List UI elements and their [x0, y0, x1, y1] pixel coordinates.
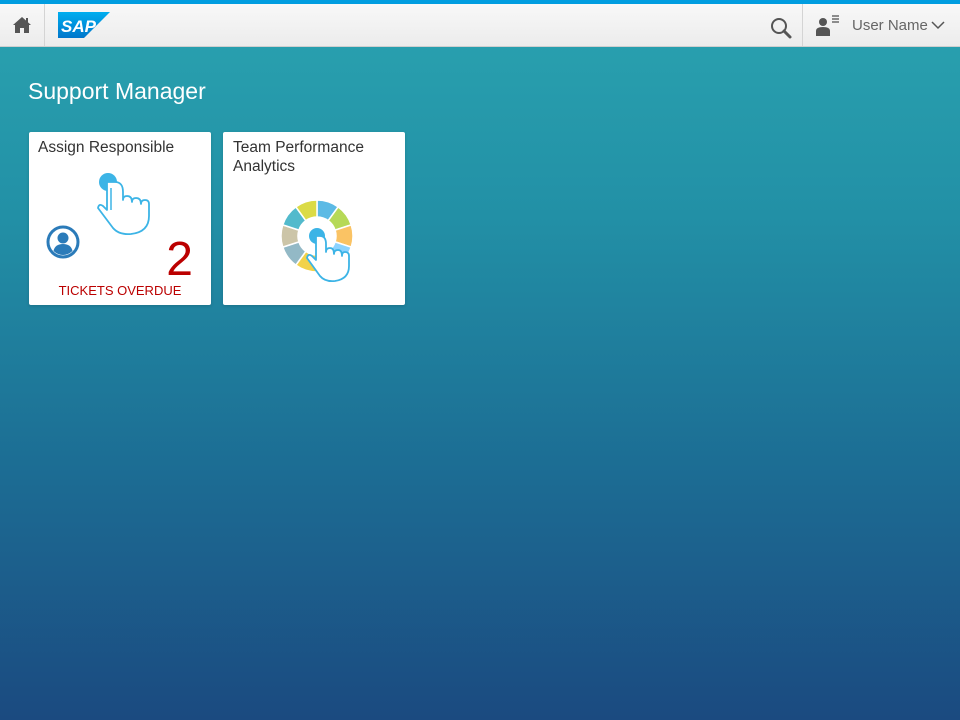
home-button[interactable]: [0, 4, 45, 46]
home-icon: [13, 17, 31, 33]
tile-title: Assign Responsible: [38, 139, 175, 156]
kpi-label: TICKETS OVERDUE: [58, 283, 182, 298]
search-button[interactable]: [766, 14, 796, 42]
tap-gesture-icon: [97, 173, 150, 236]
tile-assign-responsible[interactable]: Assign Responsible 2 TICKETS OVERDUE: [29, 132, 211, 305]
donut-chart-icon: [280, 199, 354, 283]
sap-logo[interactable]: SAP: [58, 12, 110, 38]
search-icon: [771, 18, 792, 39]
person-icon: [46, 225, 80, 259]
tile-team-performance-analytics[interactable]: Team Performance Analytics: [223, 132, 405, 305]
user-menu-icon: [816, 15, 839, 36]
tile-title: Team Performance Analytics: [233, 139, 364, 175]
shell-header: SAP User Name: [0, 4, 960, 47]
kpi-value: 2: [166, 233, 193, 286]
chevron-down-icon: [931, 21, 945, 30]
header-divider: [802, 4, 803, 46]
analytics-graphic: [277, 198, 367, 298]
user-menu-button[interactable]: User Name: [812, 4, 952, 46]
logo-text: SAP: [61, 17, 97, 36]
page-title: Support Manager: [28, 78, 206, 104]
user-name: User Name: [852, 16, 928, 34]
